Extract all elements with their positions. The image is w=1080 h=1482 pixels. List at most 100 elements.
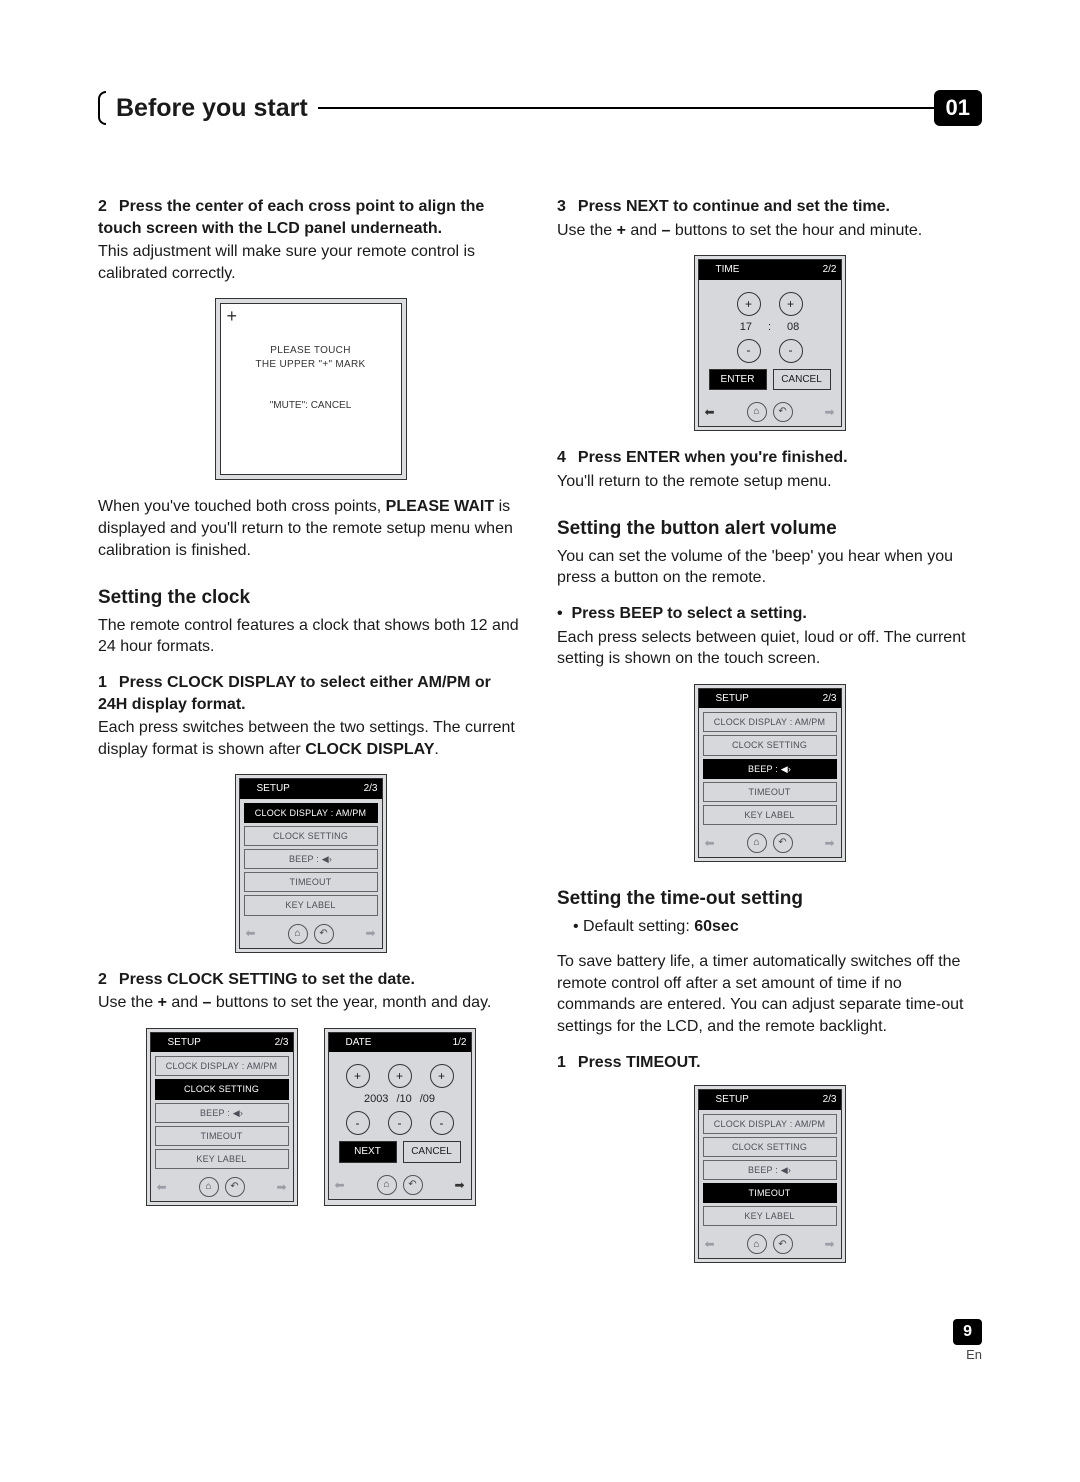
arrow-right-icon: ➡ [824, 404, 834, 420]
beep-body: Each press selects between quiet, loud o… [557, 627, 982, 670]
step-2c-body: Use the + and – buttons to set the year,… [98, 992, 523, 1014]
timeout-default: • Default setting: 60sec [573, 916, 982, 938]
cancel-button: CANCEL [403, 1141, 461, 1163]
calib-line3: "MUTE": CANCEL [227, 399, 395, 413]
back-icon: ↶ [773, 1234, 793, 1254]
figure-setup-clock-display: SETUP 2/3 CLOCK DISPLAY : AM/PM CLOCK SE… [98, 774, 523, 952]
panel-icon [703, 1095, 713, 1105]
chapter-header: Before you start 01 [98, 90, 982, 126]
cancel-button: CANCEL [773, 369, 831, 391]
step-4-enter: 4Press ENTER when you're finished. [557, 447, 982, 469]
right-column: 3Press NEXT to continue and set the time… [557, 196, 982, 1279]
arrow-right-icon: ➡ [824, 1236, 834, 1252]
arrow-right-icon: ➡ [454, 1177, 464, 1193]
plus-button: + [779, 292, 803, 316]
minus-button: - [430, 1111, 454, 1135]
setup-panel-clock-setting: SETUP 2/3 CLOCK DISPLAY : AM/PM CLOCK SE… [146, 1028, 298, 1206]
calib-followup: When you've touched both cross points, P… [98, 496, 523, 561]
arrow-left-icon: ⬅ [705, 1236, 715, 1252]
step-3-body: Use the + and – buttons to set the hour … [557, 220, 982, 242]
setup-panel-timeout: SETUP2/3 CLOCK DISPLAY : AM/PM CLOCK SET… [694, 1085, 846, 1263]
step-1-timeout: 1Press TIMEOUT. [557, 1052, 982, 1074]
home-icon: ⌂ [747, 402, 767, 422]
back-icon: ↶ [225, 1177, 245, 1197]
step-2-align: 2Press the center of each cross point to… [98, 196, 523, 239]
calib-line1: PLEASE TOUCH [270, 345, 350, 356]
menu-timeout: TIMEOUT [244, 872, 378, 892]
step-body: This adjustment will make sure your remo… [98, 241, 523, 284]
heading-beep: Setting the button alert volume [557, 516, 982, 542]
step-1-body: Each press switches between the two sett… [98, 717, 523, 760]
figure-time-panel: TIME 2/2 + + 17 : 08 [557, 255, 982, 431]
next-button: NEXT [339, 1141, 397, 1163]
hour-value: 17 [740, 320, 752, 335]
heading-timeout: Setting the time-out setting [557, 886, 982, 912]
step-3-next: 3Press NEXT to continue and set the time… [557, 196, 982, 218]
plus-button: + [737, 292, 761, 316]
plus-button: + [346, 1064, 370, 1088]
back-icon: ↶ [314, 924, 334, 944]
arrow-left-icon: ⬅ [157, 1179, 167, 1195]
back-icon: ↶ [403, 1175, 423, 1195]
step-number: 2 [98, 198, 107, 215]
plus-mark-icon: + [227, 310, 238, 323]
heading-setting-clock: Setting the clock [98, 585, 523, 611]
panel-icon [155, 1038, 165, 1048]
home-icon: ⌂ [747, 833, 767, 853]
arrow-right-icon: ➡ [365, 925, 375, 941]
arrow-left-icon: ⬅ [335, 1177, 345, 1193]
home-icon: ⌂ [288, 924, 308, 944]
arrow-left-icon: ⬅ [246, 925, 256, 941]
chapter-title: Before you start [106, 94, 318, 123]
timeout-body: To save battery life, a timer automatica… [557, 951, 982, 1037]
day-value: /09 [420, 1092, 435, 1107]
arrow-right-icon: ➡ [824, 835, 834, 851]
minute-value: 08 [787, 320, 799, 335]
panel-icon [333, 1038, 343, 1048]
menu-clock-setting: CLOCK SETTING [244, 826, 378, 846]
time-panel: TIME 2/2 + + 17 : 08 [694, 255, 846, 431]
setup-panel-beep: SETUP2/3 CLOCK DISPLAY : AM/PM CLOCK SET… [694, 684, 846, 862]
step-4-body: You'll return to the remote setup menu. [557, 471, 982, 493]
page-footer: 9 En [98, 1319, 982, 1362]
chapter-line [318, 107, 935, 109]
minus-button: - [737, 339, 761, 363]
menu-clock-display: CLOCK DISPLAY : AM/PM [244, 803, 378, 823]
calib-line2: THE UPPER "+" MARK [255, 359, 365, 370]
home-icon: ⌂ [199, 1177, 219, 1197]
chapter-cap [98, 91, 106, 125]
panel-icon [703, 694, 713, 704]
arrow-left-icon: ⬅ [705, 404, 715, 420]
left-column: 2Press the center of each cross point to… [98, 196, 523, 1279]
figure-setup-timeout: SETUP2/3 CLOCK DISPLAY : AM/PM CLOCK SET… [557, 1085, 982, 1263]
calibration-screen: + PLEASE TOUCH THE UPPER "+" MARK "MUTE":… [215, 298, 407, 480]
enter-button: ENTER [709, 369, 767, 391]
year-value: 2003 [364, 1092, 388, 1107]
step-title: Press the center of each cross point to … [98, 198, 484, 237]
chapter-number: 01 [934, 90, 982, 126]
arrow-left-icon: ⬅ [705, 835, 715, 851]
plus-button: + [388, 1064, 412, 1088]
panel-title: SETUP [257, 782, 290, 796]
clock-intro: The remote control features a clock that… [98, 615, 523, 658]
page-lang: En [98, 1347, 982, 1362]
beep-bullet: • Press BEEP to select a setting. [557, 603, 982, 625]
back-icon: ↶ [773, 402, 793, 422]
plus-button: + [430, 1064, 454, 1088]
month-value: /10 [396, 1092, 411, 1107]
date-panel: DATE 1/2 + + + 2003 /10 [324, 1028, 476, 1206]
time-sep: : [768, 320, 771, 335]
minus-button: - [779, 339, 803, 363]
menu-key-label: KEY LABEL [244, 895, 378, 915]
minus-button: - [346, 1111, 370, 1135]
figure-setup-beep: SETUP2/3 CLOCK DISPLAY : AM/PM CLOCK SET… [557, 684, 982, 862]
figure-calibration: + PLEASE TOUCH THE UPPER "+" MARK "MUTE":… [98, 298, 523, 480]
arrow-right-icon: ➡ [276, 1179, 286, 1195]
figure-pair-clock-setting: SETUP 2/3 CLOCK DISPLAY : AM/PM CLOCK SE… [98, 1028, 523, 1206]
back-icon: ↶ [773, 833, 793, 853]
panel-icon [703, 265, 713, 275]
menu-beep: BEEP : ◀› [244, 849, 378, 869]
panel-icon [244, 784, 254, 794]
home-icon: ⌂ [377, 1175, 397, 1195]
home-icon: ⌂ [747, 1234, 767, 1254]
